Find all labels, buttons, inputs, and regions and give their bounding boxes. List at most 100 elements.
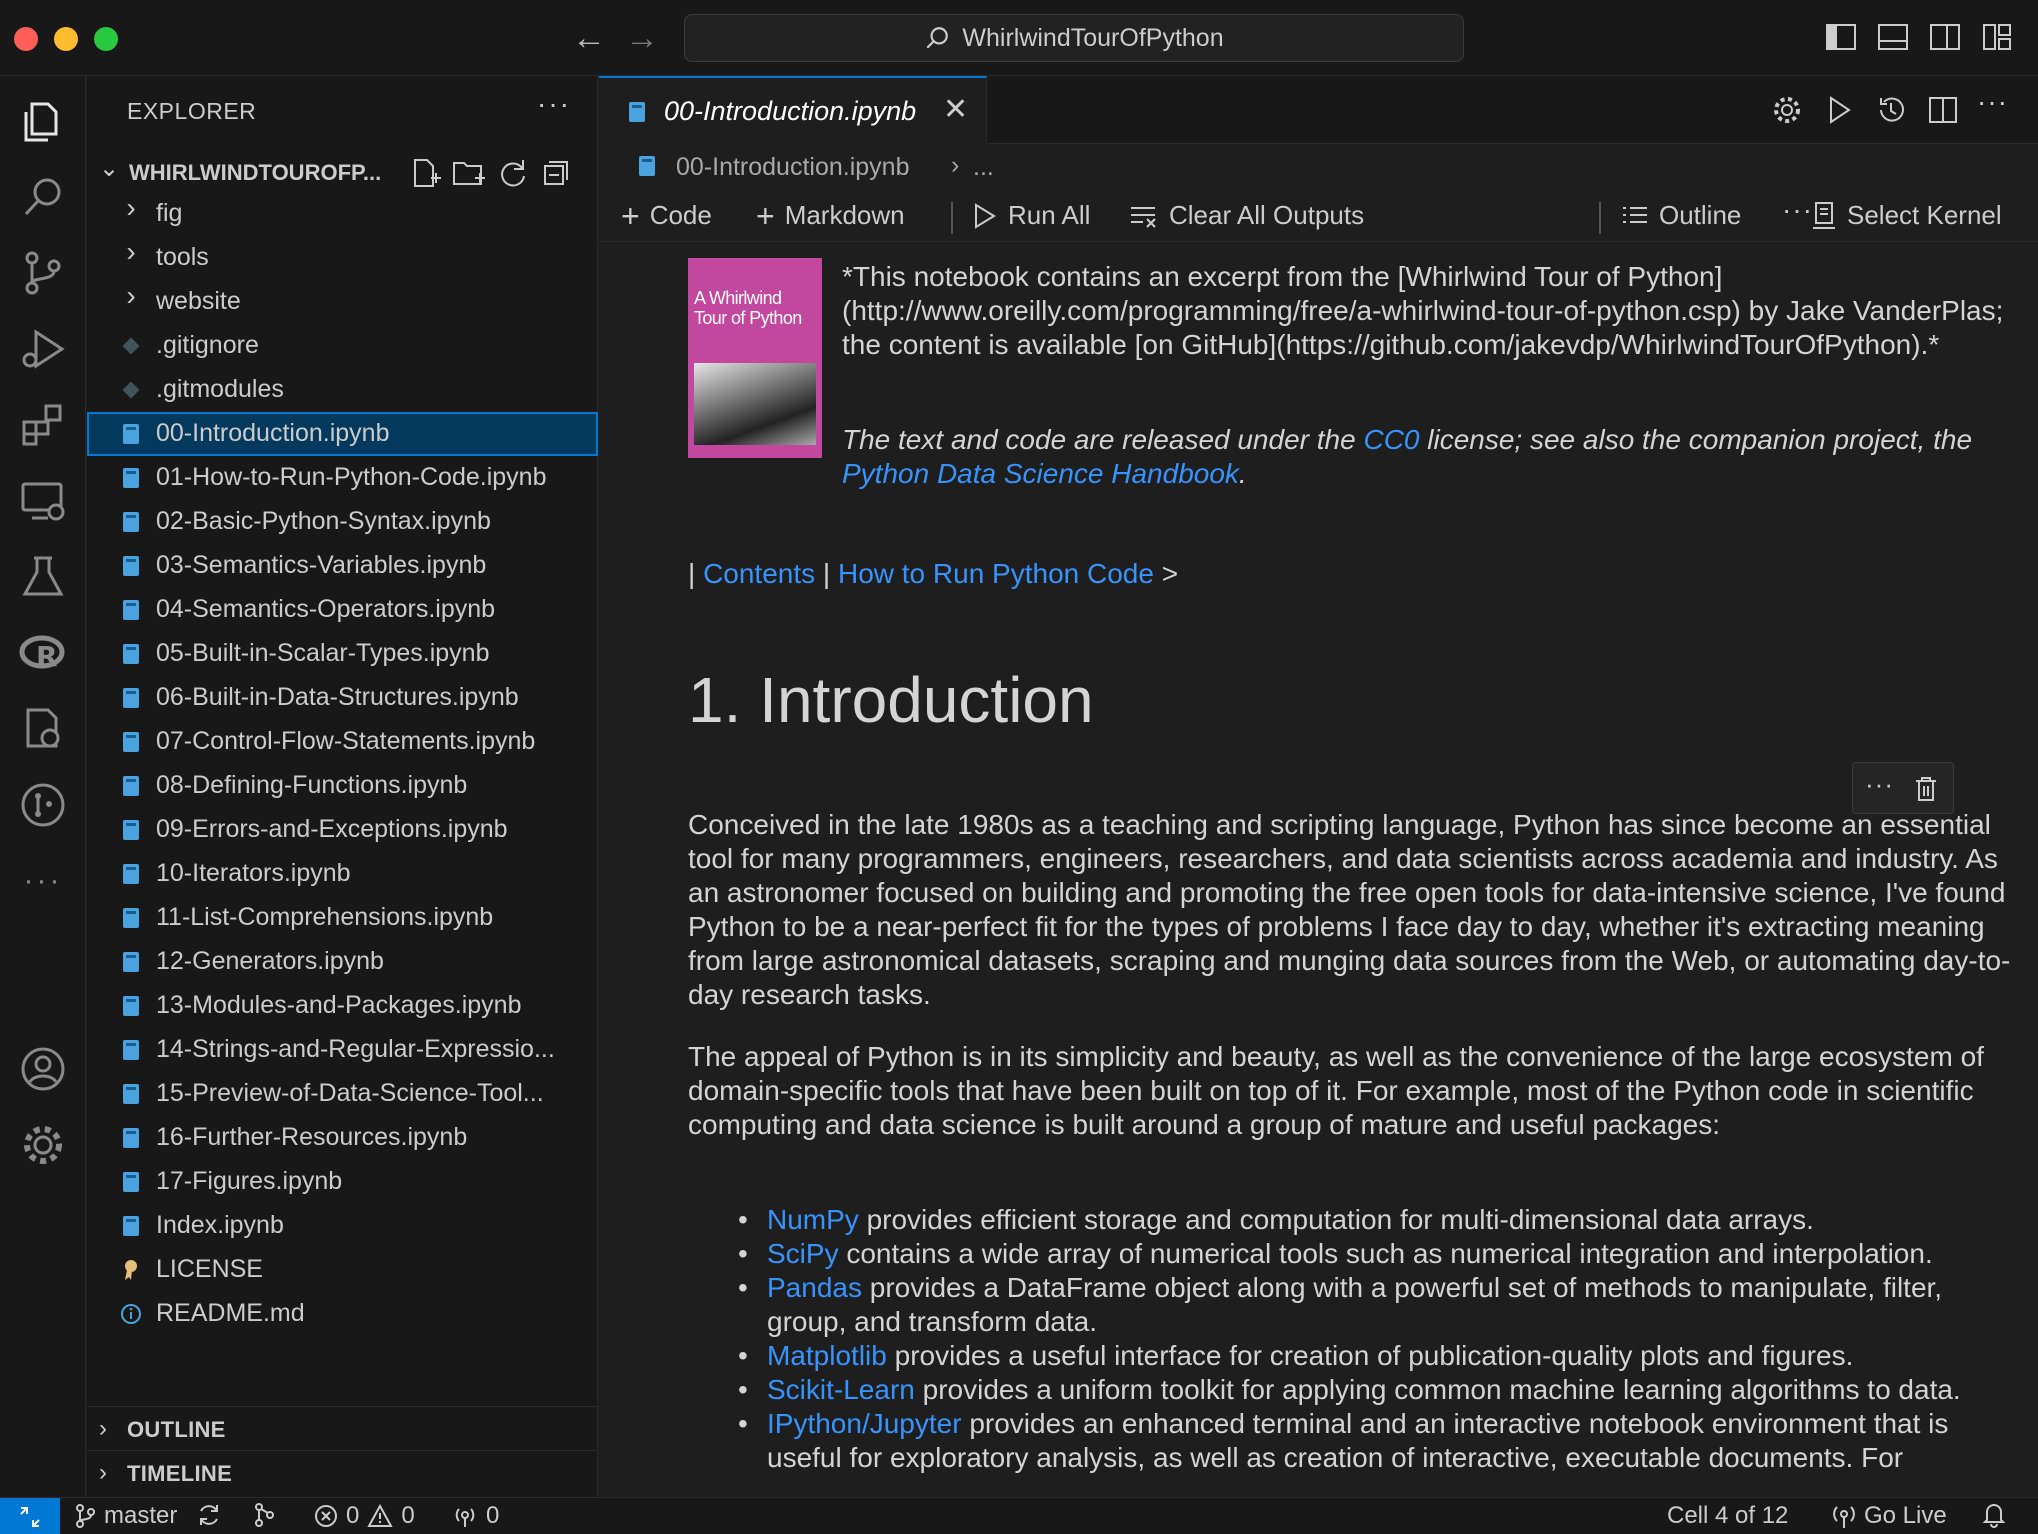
new-file-icon[interactable] bbox=[407, 156, 443, 190]
run-icon[interactable] bbox=[1821, 92, 1857, 128]
outline-button[interactable]: Outline bbox=[1621, 200, 1741, 231]
toggle-panel-icon[interactable] bbox=[1877, 22, 1909, 52]
settings-sync-icon[interactable] bbox=[10, 696, 76, 762]
remote-indicator-button[interactable] bbox=[0, 1498, 60, 1534]
tree-item[interactable]: 10-Iterators.ipynb bbox=[87, 852, 598, 896]
split-editor-icon[interactable] bbox=[1925, 92, 1961, 128]
editor-scrollbar[interactable] bbox=[2024, 243, 2038, 1497]
notifications-bell-icon[interactable] bbox=[1982, 1502, 2006, 1528]
tree-item[interactable]: 04-Semantics-Operators.ipynb bbox=[87, 588, 598, 632]
timeline-section-header[interactable]: › TIMELINE bbox=[87, 1450, 598, 1494]
notebook-settings-gear-icon[interactable] bbox=[1769, 92, 1805, 128]
clear-all-outputs-button[interactable]: Clear All Outputs bbox=[1129, 200, 1364, 231]
tree-item[interactable]: 11-List-Comprehensions.ipynb bbox=[87, 896, 598, 940]
add-markdown-cell-button[interactable]: + Markdown bbox=[756, 200, 905, 232]
tree-item[interactable]: .gitmodules bbox=[87, 368, 598, 412]
toolbar-more-icon[interactable]: ··· bbox=[1782, 194, 1813, 226]
remote-explorer-icon[interactable] bbox=[10, 468, 76, 534]
tree-item[interactable]: Index.ipynb bbox=[87, 1204, 598, 1248]
tree-item[interactable]: 08-Defining-Functions.ipynb bbox=[87, 764, 598, 808]
tree-item[interactable]: 07-Control-Flow-Statements.ipynb bbox=[87, 720, 598, 764]
tab-00-introduction[interactable]: 00-Introduction.ipynb ✕ bbox=[599, 76, 987, 144]
tree-item[interactable]: 09-Errors-and-Exceptions.ipynb bbox=[87, 808, 598, 852]
run-debug-icon[interactable] bbox=[10, 316, 76, 382]
extensions-icon[interactable] bbox=[10, 392, 76, 458]
tree-item-label: fig bbox=[156, 199, 183, 227]
manage-gear-icon[interactable] bbox=[10, 1112, 76, 1178]
git-graph-icon[interactable] bbox=[10, 772, 76, 838]
r-icon[interactable]: R bbox=[10, 620, 76, 686]
tree-item[interactable]: 14-Strings-and-Regular-Expressio... bbox=[87, 1028, 598, 1072]
toggle-primary-sidebar-icon[interactable] bbox=[1825, 22, 1857, 52]
next-chapter-link[interactable]: How to Run Python Code bbox=[838, 558, 1154, 589]
cell-more-actions-icon[interactable]: ··· bbox=[1865, 769, 1894, 800]
back-arrow-icon[interactable]: ← bbox=[569, 18, 609, 58]
tree-item[interactable]: README.md bbox=[87, 1292, 598, 1336]
close-tab-icon[interactable]: ✕ bbox=[943, 92, 968, 127]
tree-item[interactable]: 15-Preview-of-Data-Science-Tool... bbox=[87, 1072, 598, 1116]
workspace-folder-header[interactable]: ⌄ WHIRLWINDTOUROFP... bbox=[87, 152, 598, 192]
timeline-history-icon[interactable] bbox=[1873, 92, 1909, 128]
command-center-search[interactable]: WhirlwindTourOfPython bbox=[684, 14, 1464, 62]
tab-label: 00-Introduction.ipynb bbox=[664, 96, 917, 126]
contents-link[interactable]: Contents bbox=[703, 558, 815, 589]
handbook-link[interactable]: Python Data Science Handbook bbox=[842, 458, 1239, 489]
tree-item[interactable]: 06-Built-in-Data-Structures.ipynb bbox=[87, 676, 598, 720]
tree-item[interactable]: 00-Introduction.ipynb bbox=[87, 412, 598, 456]
collapse-all-icon[interactable] bbox=[539, 156, 575, 190]
git-graph-status-icon[interactable] bbox=[252, 1502, 276, 1528]
breadcrumb-more[interactable]: ... bbox=[973, 153, 994, 182]
add-code-cell-button[interactable]: + Code bbox=[621, 200, 712, 232]
forward-arrow-icon[interactable]: → bbox=[622, 18, 662, 58]
tree-item[interactable]: 05-Built-in-Scalar-Types.ipynb bbox=[87, 632, 598, 676]
problems-indicator[interactable]: 0 0 bbox=[314, 1502, 415, 1530]
package-link[interactable]: Scikit-Learn bbox=[767, 1374, 915, 1405]
tree-item-label: .gitmodules bbox=[156, 375, 284, 403]
editor-more-actions-icon[interactable]: ··· bbox=[1977, 86, 2013, 122]
tree-item[interactable]: 02-Basic-Python-Syntax.ipynb bbox=[87, 500, 598, 544]
package-link[interactable]: SciPy bbox=[767, 1238, 839, 1269]
tree-item[interactable]: 12-Generators.ipynb bbox=[87, 940, 598, 984]
explorer-icon[interactable] bbox=[10, 88, 76, 154]
delete-cell-icon[interactable] bbox=[1913, 775, 1939, 803]
package-link[interactable]: Pandas bbox=[767, 1272, 862, 1303]
tree-item[interactable]: 13-Modules-and-Packages.ipynb bbox=[87, 984, 598, 1028]
maximize-window-button[interactable] bbox=[94, 27, 118, 51]
select-kernel-button[interactable]: Select Kernel bbox=[1811, 200, 2002, 231]
cc0-link[interactable]: CC0 bbox=[1363, 424, 1419, 455]
refresh-icon[interactable] bbox=[495, 156, 531, 190]
tree-item[interactable]: .gitignore bbox=[87, 324, 598, 368]
sync-changes-icon[interactable] bbox=[196, 1502, 222, 1528]
status-bar: master 0 0 0 Cell 4 of 12 Go Live bbox=[0, 1497, 2038, 1534]
branch-indicator[interactable]: master bbox=[74, 1502, 177, 1530]
tree-item[interactable]: LICENSE bbox=[87, 1248, 598, 1292]
more-icon[interactable]: ··· bbox=[10, 848, 76, 914]
cell-position-indicator[interactable]: Cell 4 of 12 bbox=[1667, 1502, 1788, 1530]
tree-item[interactable]: 03-Semantics-Variables.ipynb bbox=[87, 544, 598, 588]
source-control-icon[interactable] bbox=[10, 240, 76, 306]
minimize-window-button[interactable] bbox=[54, 27, 78, 51]
run-all-button[interactable]: Run All bbox=[972, 200, 1090, 231]
close-window-button[interactable] bbox=[14, 27, 38, 51]
toggle-secondary-sidebar-icon[interactable] bbox=[1929, 22, 1961, 52]
tree-item[interactable]: 16-Further-Resources.ipynb bbox=[87, 1116, 598, 1160]
package-link[interactable]: IPython/Jupyter bbox=[767, 1408, 962, 1439]
accounts-icon[interactable] bbox=[10, 1036, 76, 1102]
cover-photo bbox=[694, 363, 816, 445]
ports-indicator[interactable]: 0 bbox=[452, 1502, 499, 1530]
tree-item[interactable]: › fig bbox=[87, 192, 598, 236]
go-live-button[interactable]: Go Live bbox=[1832, 1502, 1947, 1530]
customize-layout-icon[interactable] bbox=[1981, 22, 2013, 52]
tree-item[interactable]: › website bbox=[87, 280, 598, 324]
package-link[interactable]: Matplotlib bbox=[767, 1340, 887, 1371]
tree-item[interactable]: 01-How-to-Run-Python-Code.ipynb bbox=[87, 456, 598, 500]
explorer-more-actions-icon[interactable]: ··· bbox=[537, 88, 571, 120]
package-link[interactable]: NumPy bbox=[767, 1204, 859, 1235]
tree-item[interactable]: 17-Figures.ipynb bbox=[87, 1160, 598, 1204]
testing-icon[interactable] bbox=[10, 544, 76, 610]
breadcrumb-file[interactable]: 00-Introduction.ipynb bbox=[676, 153, 909, 182]
tree-item[interactable]: › tools bbox=[87, 236, 598, 280]
outline-section-header[interactable]: › OUTLINE bbox=[87, 1406, 598, 1450]
new-folder-icon[interactable] bbox=[451, 156, 487, 190]
search-icon[interactable] bbox=[10, 164, 76, 230]
